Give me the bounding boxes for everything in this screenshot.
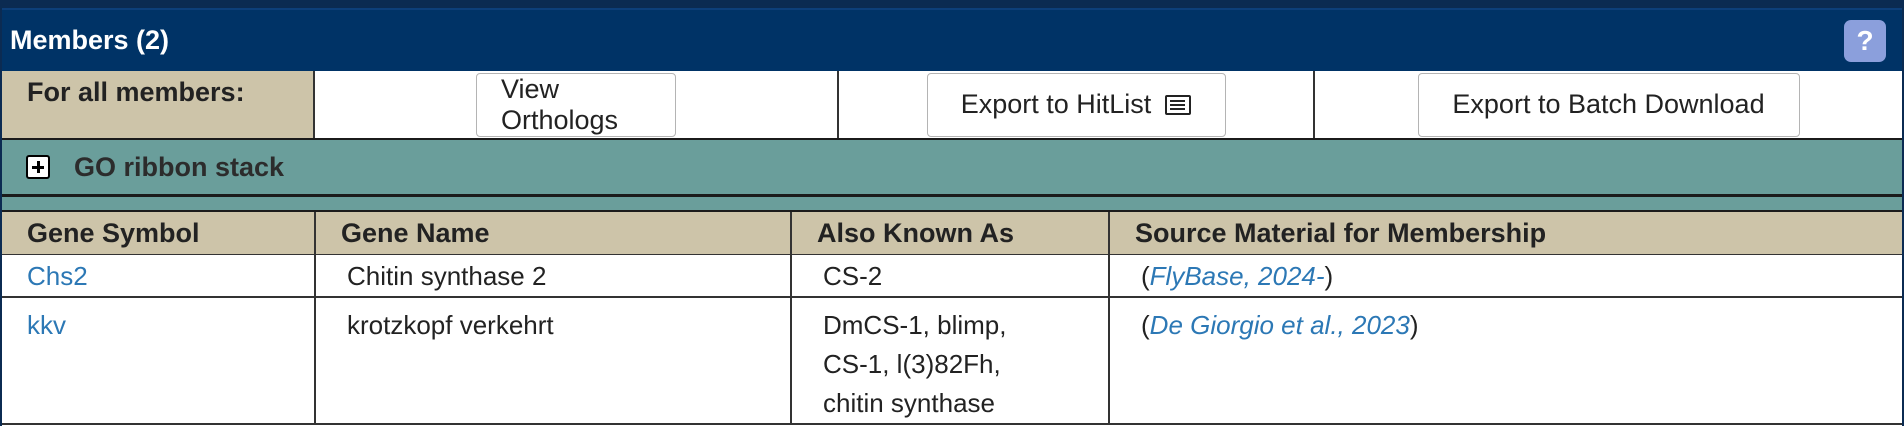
gene-name-cell: krotzkopf verkehrt bbox=[315, 296, 792, 425]
export-batch-download-button[interactable]: Export to Batch Download bbox=[1417, 72, 1800, 137]
gene-name-cell: Chitin synthase 2 bbox=[315, 254, 792, 298]
gene-symbol-cell: Chs2 bbox=[2, 254, 316, 298]
table-row: Chs2 Chitin synthase 2 CS-2 (FlyBase, 20… bbox=[2, 254, 1902, 298]
go-ribbon-label: GO ribbon stack bbox=[74, 151, 285, 182]
aka-line: chitin synthase bbox=[823, 387, 995, 418]
go-ribbon-toggle[interactable]: GO ribbon stack bbox=[2, 140, 1902, 197]
list-icon bbox=[1165, 94, 1192, 115]
column-header-source-material[interactable]: Source Material for Membership bbox=[1109, 212, 1902, 255]
panel-header: Members (2) ? bbox=[2, 8, 1902, 71]
help-icon: ? bbox=[1856, 25, 1874, 56]
column-header-gene-symbol[interactable]: Gene Symbol bbox=[2, 212, 316, 255]
gene-symbol-link[interactable]: Chs2 bbox=[27, 261, 88, 291]
expand-plus-icon[interactable] bbox=[26, 155, 50, 179]
members-table: Gene Symbol Gene Name Also Known As Sour… bbox=[2, 212, 1902, 425]
export-hitlist-button[interactable]: Export to HitList bbox=[926, 72, 1226, 137]
divider-strip bbox=[2, 197, 1902, 212]
members-panel: Members (2) ? For all members: View Orth… bbox=[0, 0, 1904, 426]
export-batch-label: Export to Batch Download bbox=[1452, 89, 1765, 119]
column-header-also-known-as[interactable]: Also Known As bbox=[791, 212, 1110, 255]
aka-cell: DmCS-1, blimp, CS-1, l(3)82Fh, chitin sy… bbox=[791, 296, 1110, 425]
source-citation-link[interactable]: FlyBase, 2024- bbox=[1150, 261, 1325, 291]
source-cell: (De Giorgio et al., 2023) bbox=[1109, 296, 1902, 425]
view-orthologs-cell: View Orthologs bbox=[315, 71, 839, 138]
help-button[interactable]: ? bbox=[1844, 20, 1886, 62]
export-hitlist-label: Export to HitList bbox=[960, 89, 1152, 119]
source-cell: (FlyBase, 2024-) bbox=[1109, 254, 1902, 298]
actions-row: For all members: View Orthologs Export t… bbox=[2, 71, 1902, 140]
table-row: kkv krotzkopf verkehrt DmCS-1, blimp, CS… bbox=[2, 296, 1902, 425]
view-orthologs-button[interactable]: View Orthologs bbox=[476, 72, 676, 137]
gene-symbol-cell: kkv bbox=[2, 296, 316, 425]
table-header-row: Gene Symbol Gene Name Also Known As Sour… bbox=[2, 212, 1902, 255]
actions-label: For all members: bbox=[2, 71, 315, 138]
aka-cell: CS-2 bbox=[791, 254, 1110, 298]
column-header-gene-name[interactable]: Gene Name bbox=[315, 212, 792, 255]
panel-title: Members (2) bbox=[10, 25, 170, 55]
top-border bbox=[2, 0, 1902, 8]
export-batch-cell: Export to Batch Download bbox=[1315, 71, 1902, 138]
aka-line: CS-1, l(3)82Fh, bbox=[823, 348, 1001, 379]
aka-line: DmCS-1, blimp, bbox=[823, 309, 1007, 340]
source-citation-link[interactable]: De Giorgio et al., 2023 bbox=[1150, 310, 1410, 340]
view-orthologs-label: View Orthologs bbox=[501, 73, 619, 135]
export-hitlist-cell: Export to HitList bbox=[839, 71, 1315, 138]
gene-symbol-link[interactable]: kkv bbox=[27, 310, 66, 340]
